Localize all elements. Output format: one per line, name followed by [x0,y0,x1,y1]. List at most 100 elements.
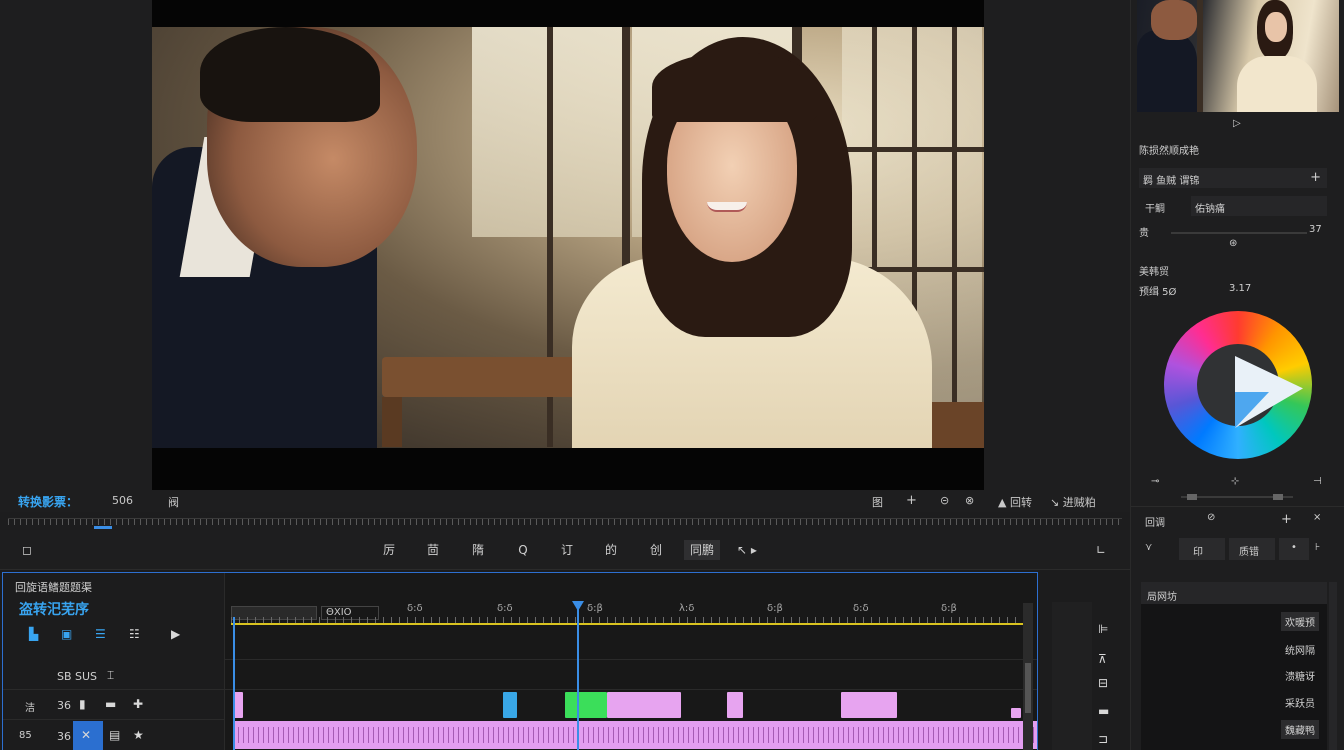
section-title: 陈损然顺成艳 [1139,146,1199,157]
scrubber-position[interactable] [94,526,112,529]
wheel-tool-icon[interactable]: ⊹ [1231,476,1239,487]
bottom-tool-icon[interactable]: ⊘ [1207,512,1215,523]
clip[interactable] [727,692,743,718]
tool-pointer[interactable]: ↖ ▸ [736,540,758,560]
timeline-ruler[interactable]: δ:δ δ:δ δ:β λ:δ δ:β δ:δ δ:β [231,603,1023,625]
track3-star-icon[interactable]: ★ [133,728,144,742]
reset-icon[interactable]: ⊛ [1229,238,1237,249]
work-area-bar[interactable] [231,623,1023,625]
audio-clip-waveform[interactable] [233,721,1037,749]
tool-slide[interactable]: 的 [600,540,622,560]
track2-folder-icon[interactable]: ▬ [105,697,116,711]
viewer-status-bar: 转换影票： 506 阀 图 + ⊝ ⊗ ▲ 回转 ↘ 进贼粕 [0,490,1130,512]
clip[interactable] [841,692,897,718]
list-scrollbar[interactable] [1329,582,1337,750]
viewer-control[interactable]: 图 [872,494,883,510]
tool-slip[interactable]: 订 [556,540,578,560]
sequence-name[interactable]: 盗转汜芜序 [19,599,89,619]
param-field[interactable]: 佑钠痛 [1191,196,1327,216]
list-item[interactable]: 欢暖预 [1281,612,1319,631]
settings-icon[interactable]: ⊗ [965,494,974,507]
timeline-side-tools: ⊫ ⊼ ⊟ ▬ ⊐ [1040,572,1130,750]
color-label: 预缉 5Ø [1139,287,1177,298]
play-icon[interactable]: ▶ [171,627,180,641]
list-item[interactable]: 魏藏鸭 [1281,720,1319,739]
list-item[interactable]: 采跃员 [1281,693,1319,712]
track2-number: 36 [57,699,71,712]
timeline-title: 回旋语鳍题题渠 [15,581,92,594]
effect-row[interactable]: 羁 鱼贼 谓锦 + [1139,168,1327,188]
side-tool-icon[interactable]: ⊟ [1098,676,1108,690]
track-tool-icon[interactable]: ⌶ [107,668,114,683]
scrubber-track[interactable] [8,518,1122,525]
bottom-tab-label: 印 [1193,547,1203,558]
clip-selected[interactable] [565,692,607,718]
track3-link-icon[interactable]: ✕ [81,728,91,742]
balance-handle[interactable] [1273,494,1283,500]
thumb-play-icon[interactable]: ▷ [1233,118,1241,129]
track-menu-icon[interactable]: ☷ [129,627,140,641]
track-label: SB SUS [57,670,98,683]
mark-out-icon[interactable]: ⊝ [940,494,949,507]
playhead[interactable] [577,601,579,750]
clip[interactable] [1011,708,1021,718]
lift-button[interactable]: ▲ 回转 [998,494,1032,510]
tool-zoom[interactable]: Q [512,540,534,560]
bottom-tab[interactable]: 质错 [1229,538,1275,560]
check-icon[interactable]: ⋎ [1145,542,1152,553]
bottom-tool-label[interactable]: 回调 [1145,514,1165,529]
tool-razor[interactable]: 创 [645,540,667,560]
extract-button[interactable]: ↘ 进贼粕 [1050,494,1096,510]
track-row-1[interactable] [225,659,1037,689]
effects-list[interactable]: 局网坊 欢暖预 统网隔 溃糖讶 采跃员 魏藏鸭 [1141,582,1327,750]
track-sync-icon[interactable]: ☰ [95,627,106,641]
side-tool-icon[interactable]: ⊼ [1098,652,1107,666]
tool-trim[interactable]: 茴 [422,540,444,560]
side-tool-icon[interactable]: ⊐ [1098,732,1108,746]
wheel-tool-icon[interactable]: ⊣ [1313,476,1322,487]
track-lock-icon[interactable]: ▙ [29,627,38,641]
viewer-label: 转换影票： [18,495,79,509]
scrollbar-thumb[interactable] [1025,663,1031,713]
snap-icon[interactable]: ◻ [16,540,38,560]
tick-label: δ:β [941,603,957,614]
corner-icon[interactable]: ∟ [1090,540,1112,560]
source-thumbnail[interactable] [1137,0,1339,112]
list-item[interactable]: 统网隔 [1281,640,1319,659]
clip[interactable] [503,692,517,718]
tool-ripple[interactable]: 隋 [467,540,489,560]
viewer-scrubber[interactable] [0,512,1130,530]
bottom-tab[interactable]: 印 [1179,538,1225,560]
video-frame [152,27,984,448]
zoom-dropdown[interactable]: 阀 [168,494,179,510]
add-effect-button[interactable]: + [1310,170,1321,185]
track2-name: 洁 [25,703,35,714]
tool-active[interactable]: 同鹏 [684,540,721,560]
in-point-line [233,617,235,750]
tick-label: δ:β [587,603,603,614]
list-item[interactable]: 溃糖讶 [1281,666,1319,685]
tool-select[interactable]: 厉 [378,540,400,560]
clip[interactable] [607,692,681,718]
close-icon[interactable]: ⨯ [1313,512,1321,523]
slider-value: 37 [1309,224,1322,235]
viewer-timecode[interactable]: 506 [112,494,133,507]
flag-icon[interactable]: ⊦ [1315,542,1320,553]
side-tool-icon[interactable]: ⊫ [1098,622,1108,636]
track3-lock-icon[interactable]: ▤ [109,728,120,742]
side-tool-icon[interactable]: ▬ [1098,704,1109,718]
edit-toolbar: ◻ 厉 茴 隋 Q 订 的 创 同鹏 ↖ ▸ ∟ [0,530,1130,570]
slider-track[interactable] [1171,232,1307,234]
add-marker-button[interactable]: + [906,493,917,508]
wheel-tool-icon[interactable]: ⊸ [1151,476,1159,487]
dot-button[interactable]: • [1279,538,1309,560]
viewer-left-margin [0,0,152,490]
track-target-icon[interactable]: ▣ [61,627,72,641]
track2-mute-icon[interactable]: ▮ [79,697,86,711]
add-button[interactable]: + [1281,512,1292,527]
list-title: 局网坊 [1147,592,1177,603]
track-row-2[interactable] [225,689,1037,719]
track2-settings-icon[interactable]: ✚ [133,697,143,711]
track-area[interactable]: ΘXIO δ:δ δ:δ δ:β λ:δ δ:β δ:δ δ:β [225,573,1037,750]
balance-handle[interactable] [1187,494,1197,500]
